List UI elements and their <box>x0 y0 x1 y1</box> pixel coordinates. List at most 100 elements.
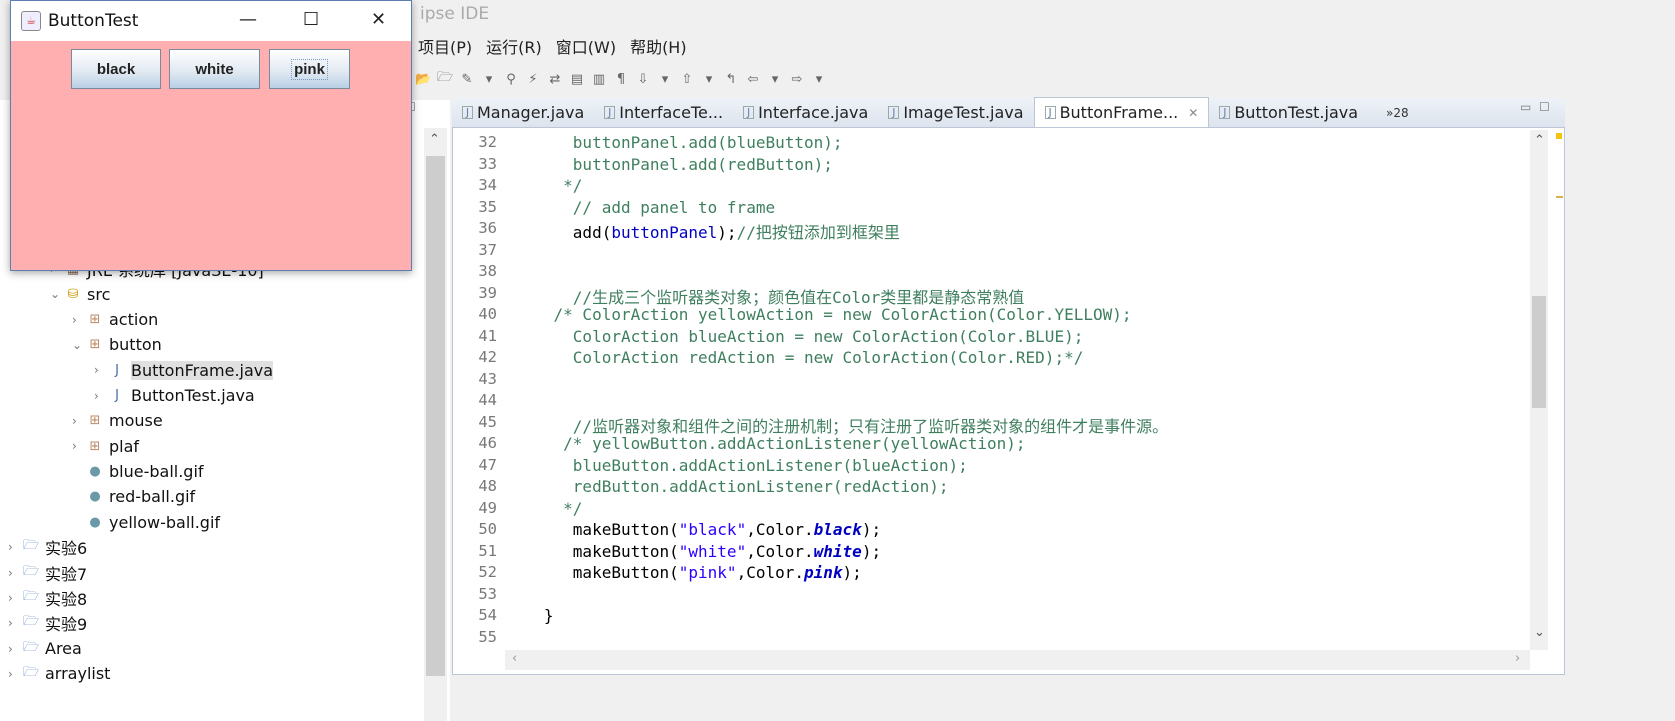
scroll-left-icon[interactable]: ‹ <box>512 651 517 666</box>
tree-item[interactable]: › ⊞ plaf <box>72 434 139 458</box>
tree-item[interactable]: › J ButtonTest.java <box>94 384 255 408</box>
highlight-icon[interactable]: ⚡ <box>525 72 541 87</box>
line-number: 41 <box>478 326 497 345</box>
tree-item-label: red-ball.gif <box>109 487 196 507</box>
package-icon: ⊞ <box>89 438 101 454</box>
expand-icon[interactable]: › <box>8 667 22 681</box>
expand-icon[interactable]: › <box>94 389 108 403</box>
explorer-scroll-thumb[interactable] <box>426 156 445 676</box>
dropdown-icon[interactable]: ▾ <box>811 72 827 87</box>
tab-overflow-button[interactable]: »28 <box>1386 106 1409 120</box>
scroll-up-icon[interactable]: ⌃ <box>429 132 440 147</box>
line-number: 54 <box>478 606 497 624</box>
open-folder-icon[interactable]: 🗁 <box>437 68 453 90</box>
tree-item[interactable]: › 🗁 Area <box>8 637 82 661</box>
white-button[interactable]: white <box>169 49 260 89</box>
last-edit-icon[interactable]: ↰ <box>723 72 739 87</box>
tab-imagetest-java[interactable]: J ImageTest.java <box>878 97 1033 127</box>
line-number: 55 <box>478 627 497 646</box>
menu-project[interactable]: 项目(P) <box>418 34 472 58</box>
next-annotation-icon[interactable]: ⇩ <box>635 72 651 87</box>
tree-item-label: blue-ball.gif <box>109 461 204 481</box>
tree-item[interactable]: › 🗁 实验6 <box>8 535 87 559</box>
open-type-icon[interactable]: 📂 <box>415 72 431 87</box>
expand-icon[interactable]: › <box>72 439 86 453</box>
tree-item[interactable]: ● red-ball.gif <box>72 485 195 509</box>
minimize-button[interactable]: — <box>239 9 257 30</box>
warning-marker[interactable] <box>1556 133 1562 139</box>
page-icon[interactable]: ▥ <box>591 72 607 87</box>
pilcrow-icon[interactable]: ¶ <box>613 72 629 87</box>
maximize-button[interactable]: ☐ <box>303 9 319 30</box>
tree-item[interactable]: › 🗁 实验7 <box>8 561 87 585</box>
tab-label: ImageTest.java <box>903 102 1024 122</box>
black-button[interactable]: black <box>71 49 161 89</box>
editor-tab-bar: J Manager.java J InterfaceTe... J Interface.j… <box>452 97 1565 128</box>
expand-icon[interactable]: › <box>94 363 108 377</box>
expand-icon[interactable]: › <box>8 591 22 605</box>
scroll-up-icon[interactable]: ⌃ <box>1534 133 1545 148</box>
code-line: makeButton("black",Color.black); <box>515 520 881 539</box>
tree-item[interactable]: › ⊞ mouse <box>72 409 163 433</box>
java-file-icon: J <box>1044 106 1056 119</box>
overview-marker[interactable] <box>1556 196 1563 198</box>
expand-icon[interactable]: › <box>72 313 86 327</box>
collapse-icon[interactable]: ⌄ <box>50 287 64 301</box>
menu-help[interactable]: 帮助(H) <box>630 34 687 58</box>
forward-icon[interactable]: ⇨ <box>789 72 805 87</box>
prev-annotation-icon[interactable]: ⇧ <box>679 72 695 87</box>
code-text[interactable]: buttonPanel.add(blueButton); buttonPanel… <box>515 130 1525 648</box>
tab-interfacete[interactable]: J InterfaceTe... <box>594 97 733 127</box>
tree-item[interactable]: ● blue-ball.gif <box>72 459 204 483</box>
line-number: 51 <box>478 541 497 560</box>
dropdown-icon[interactable]: ▾ <box>657 72 673 87</box>
code-token: ,Color. <box>746 541 814 561</box>
tree-item[interactable]: ⌄ ⛁ src <box>50 282 110 306</box>
tree-item-label: action <box>109 310 159 330</box>
expand-icon[interactable]: › <box>8 616 22 630</box>
scroll-right-icon[interactable]: › <box>1515 651 1520 666</box>
scroll-down-icon[interactable]: ⌄ <box>1534 625 1545 640</box>
editor-scroll-thumb[interactable] <box>1532 296 1546 408</box>
editor-view-controls[interactable]: ▭ ☐ <box>1520 100 1550 114</box>
tree-item[interactable]: › 🗁 实验9 <box>8 611 87 635</box>
tree-item[interactable]: › 🗁 arraylist <box>8 662 110 686</box>
dropdown-icon[interactable]: ▾ <box>701 72 717 87</box>
wand-icon[interactable]: ✎ <box>459 72 475 87</box>
close-tab-icon[interactable]: ✕ <box>1188 106 1198 120</box>
tree-item[interactable]: ⌄ ⊞ button <box>72 333 162 357</box>
menu-run[interactable]: 运行(R) <box>486 34 542 58</box>
code-token: black <box>813 520 862 539</box>
tree-item[interactable]: › 🗁 实验8 <box>8 586 87 610</box>
tab-label: Interface.java <box>758 102 869 122</box>
back-icon[interactable]: ⇦ <box>745 72 761 87</box>
collapse-icon[interactable]: ⌄ <box>72 338 86 352</box>
dropdown-icon[interactable]: ▾ <box>767 72 783 87</box>
tree-item[interactable]: › ⊞ action <box>72 308 158 332</box>
tab-manager-java[interactable]: J Manager.java <box>452 97 594 127</box>
tree-item[interactable]: › J ButtonFrame.java <box>94 358 274 382</box>
block-icon[interactable]: ▤ <box>569 72 585 87</box>
pin-icon[interactable]: ⚲ <box>503 72 519 87</box>
tree-item[interactable]: ● yellow-ball.gif <box>72 510 220 534</box>
expand-icon[interactable]: › <box>8 642 22 656</box>
editor-horizontal-scrollbar[interactable] <box>505 650 1530 670</box>
code-token: white <box>813 541 862 561</box>
java-file-icon: J <box>604 105 616 119</box>
code-token: "pink" <box>678 563 737 582</box>
menu-window[interactable]: 窗口(W) <box>556 34 616 58</box>
tab-buttonframe[interactable]: J ButtonFrame... ✕ <box>1033 97 1210 127</box>
code-token: ); <box>717 223 737 242</box>
ide-window-title: ipse IDE <box>420 4 490 24</box>
close-button[interactable]: ✕ <box>371 9 386 30</box>
tab-buttontest-java[interactable]: J ButtonTest.java <box>1209 97 1368 127</box>
window-title-bar[interactable]: ☕ ButtonTest — ☐ ✕ <box>11 1 411 41</box>
expand-icon[interactable]: › <box>72 414 86 428</box>
dropdown-icon[interactable]: ▾ <box>481 72 497 87</box>
link-icon[interactable]: ⇄ <box>547 72 563 87</box>
pink-button[interactable]: pink <box>269 49 350 89</box>
code-token: makeButton( <box>515 520 679 539</box>
expand-icon[interactable]: › <box>8 540 22 554</box>
tab-interface-java[interactable]: J Interface.java <box>733 97 878 127</box>
expand-icon[interactable]: › <box>8 566 22 580</box>
